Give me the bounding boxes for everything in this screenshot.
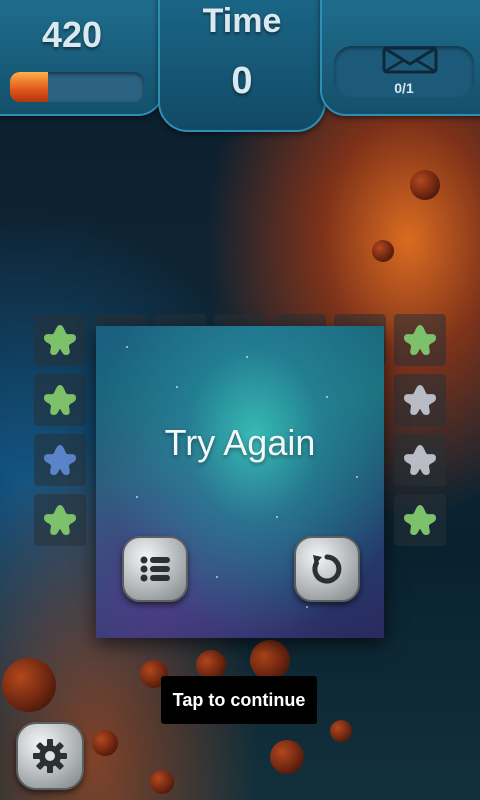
board-tile[interactable] xyxy=(34,374,86,426)
moves-counter: 0/1 xyxy=(334,46,474,98)
asteroid-rock xyxy=(150,770,174,794)
retry-button[interactable] xyxy=(294,536,360,602)
list-icon xyxy=(140,556,170,582)
asteroid-rock xyxy=(2,658,56,712)
blue-star-piece xyxy=(44,445,76,475)
star-sparkle xyxy=(306,606,308,608)
gray-star-piece xyxy=(404,385,436,415)
asteroid-rock xyxy=(92,730,118,756)
asteroid-rock xyxy=(330,720,352,742)
asteroid-rock xyxy=(372,240,394,262)
score-progress-fill xyxy=(10,72,48,102)
green-star-piece xyxy=(404,325,436,355)
moves-panel: 0/1 xyxy=(320,0,480,116)
board-tile[interactable] xyxy=(394,374,446,426)
star-sparkle xyxy=(136,496,138,498)
board-tile[interactable] xyxy=(394,494,446,546)
gear-icon xyxy=(33,739,67,773)
star-sparkle xyxy=(356,476,358,478)
moves-count: 0/1 xyxy=(394,80,414,96)
dialog-title: Try Again xyxy=(164,422,316,463)
star-sparkle xyxy=(126,346,128,348)
restart-icon xyxy=(312,554,342,584)
star-sparkle xyxy=(276,516,278,518)
star-sparkle xyxy=(246,356,248,358)
star-sparkle xyxy=(216,576,218,578)
menu-button[interactable] xyxy=(122,536,188,602)
asteroid-rock xyxy=(270,740,304,774)
green-star-piece xyxy=(404,505,436,535)
star-sparkle xyxy=(176,386,178,388)
asteroid-rock xyxy=(410,170,440,200)
envelope-icon xyxy=(382,46,438,74)
green-star-piece xyxy=(44,505,76,535)
settings-button[interactable] xyxy=(16,722,84,790)
board-tile[interactable] xyxy=(34,494,86,546)
green-star-piece xyxy=(44,325,76,355)
board-tile[interactable] xyxy=(34,434,86,486)
time-value: 0 xyxy=(231,60,253,102)
star-sparkle xyxy=(326,396,328,398)
board-tile[interactable] xyxy=(394,314,446,366)
time-panel: Time 0 xyxy=(158,0,326,132)
try-again-dialog: Try Again xyxy=(96,326,384,638)
time-label: Time xyxy=(202,2,282,40)
asteroid-rock xyxy=(250,640,290,680)
board-tile[interactable] xyxy=(394,434,446,486)
board-tile[interactable] xyxy=(34,314,86,366)
gray-star-piece xyxy=(404,445,436,475)
green-star-piece xyxy=(44,385,76,415)
score-value: 420 xyxy=(42,14,103,55)
tap-to-continue-label[interactable]: Tap to continue xyxy=(161,676,317,724)
